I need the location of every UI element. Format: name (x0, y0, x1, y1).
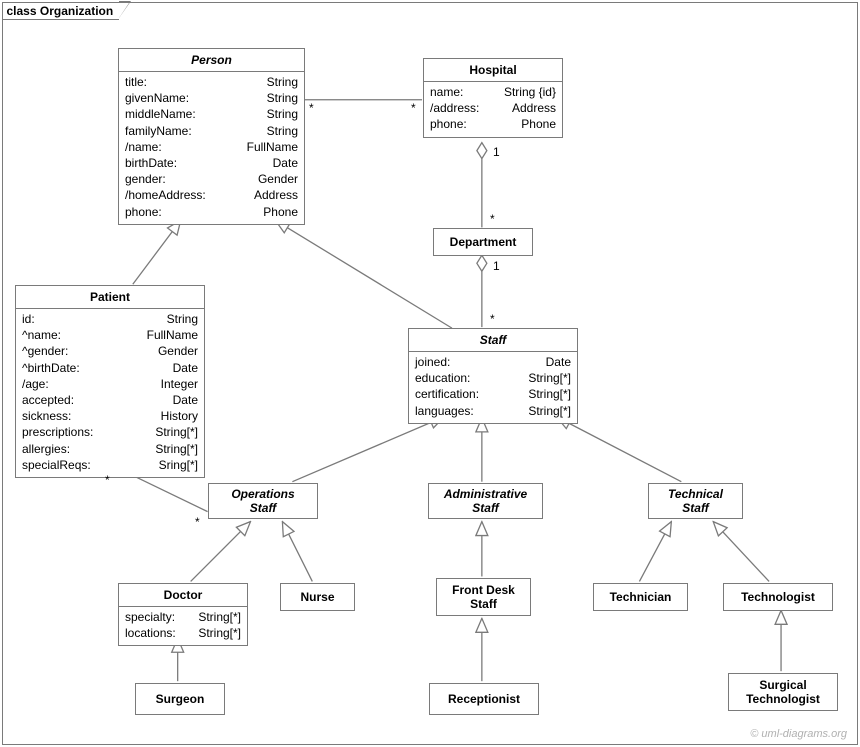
multiplicity: 1 (493, 145, 500, 159)
multiplicity: * (309, 101, 314, 115)
class-administrative-staff: Administrative Staff (428, 483, 543, 519)
class-title: Front Desk Staff (437, 579, 530, 615)
class-title: Hospital (424, 59, 562, 82)
multiplicity: * (105, 473, 110, 487)
class-attrs: title:String givenName:String middleName… (119, 72, 304, 224)
copyright-text: © uml-diagrams.org (750, 728, 847, 740)
multiplicity: * (411, 101, 416, 115)
class-person: Person title:String givenName:String mid… (118, 48, 305, 225)
diagram-frame: class Organization (2, 2, 858, 745)
class-attrs: joined:Date education:String[*] certific… (409, 352, 577, 423)
class-title: Receptionist (430, 684, 538, 714)
class-doctor: Doctor specialty:String[*] locations:Str… (118, 583, 248, 646)
multiplicity: 1 (493, 259, 500, 273)
class-attrs: id:String ^name:FullName ^gender:Gender … (16, 309, 204, 477)
multiplicity: * (195, 515, 200, 529)
class-title: Surgeon (136, 684, 224, 714)
class-title: Staff (409, 329, 577, 352)
class-title: Surgical Technologist (729, 674, 837, 710)
class-attrs: name:String {id} /address:Address phone:… (424, 82, 562, 137)
class-surgical-technologist: Surgical Technologist (728, 673, 838, 711)
class-title: Technologist (724, 584, 832, 610)
class-department: Department (433, 228, 533, 256)
class-title: Administrative Staff (429, 484, 542, 518)
class-title: Person (119, 49, 304, 72)
class-title: Operations Staff (209, 484, 317, 518)
class-title: Department (434, 229, 532, 255)
class-title: Technician (594, 584, 687, 610)
class-hospital: Hospital name:String {id} /address:Addre… (423, 58, 563, 138)
class-receptionist: Receptionist (429, 683, 539, 715)
class-nurse: Nurse (280, 583, 355, 611)
class-surgeon: Surgeon (135, 683, 225, 715)
class-staff: Staff joined:Date education:String[*] ce… (408, 328, 578, 424)
frame-label: class Organization (2, 2, 120, 20)
class-title: Technical Staff (649, 484, 742, 518)
class-attrs: specialty:String[*] locations:String[*] (119, 607, 247, 645)
class-technician: Technician (593, 583, 688, 611)
class-title: Patient (16, 286, 204, 309)
class-front-desk-staff: Front Desk Staff (436, 578, 531, 616)
class-technical-staff: Technical Staff (648, 483, 743, 519)
class-patient: Patient id:String ^name:FullName ^gender… (15, 285, 205, 478)
multiplicity: * (490, 312, 495, 326)
class-title: Doctor (119, 584, 247, 607)
class-operations-staff: Operations Staff (208, 483, 318, 519)
class-technologist: Technologist (723, 583, 833, 611)
class-title: Nurse (281, 584, 354, 610)
multiplicity: * (490, 212, 495, 226)
